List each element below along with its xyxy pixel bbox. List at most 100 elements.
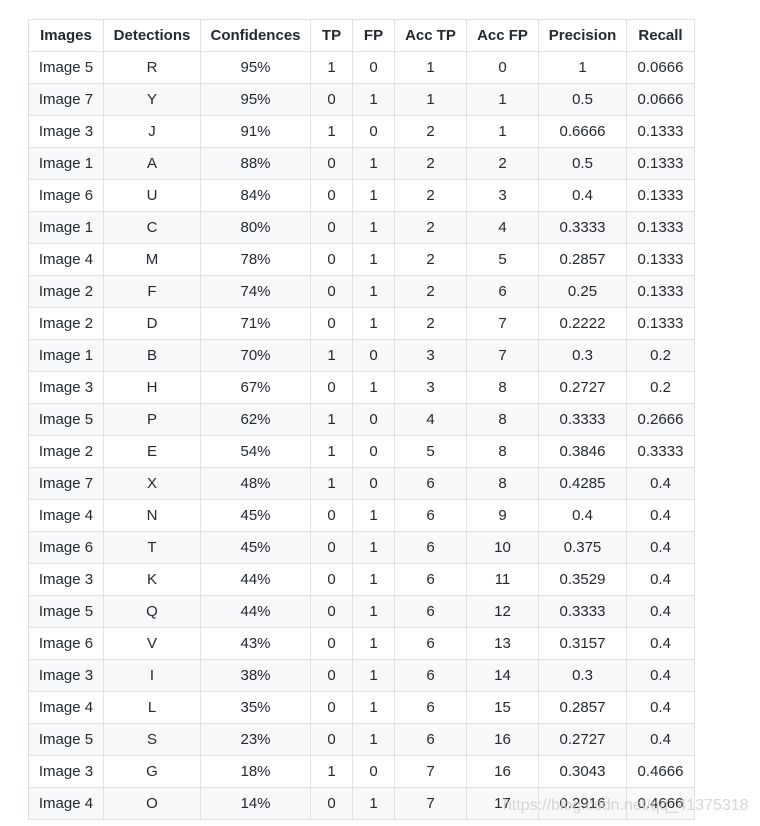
table-row: Image 6 T 45% 0 1 6 10 0.375 0.4 <box>28 531 695 564</box>
table-cell: 0.3157 <box>538 627 627 660</box>
table-cell: Image 1 <box>28 211 104 244</box>
table-cell: 35% <box>200 691 311 724</box>
column-header: TP <box>310 19 353 52</box>
table-cell: 6 <box>394 467 467 500</box>
table-cell: J <box>103 115 201 148</box>
table-cell: 0.2727 <box>538 723 627 756</box>
table-cell: 8 <box>466 403 539 436</box>
table-cell: 0 <box>310 179 353 212</box>
table-cell: 0.1333 <box>626 243 695 276</box>
table-cell: 44% <box>200 595 311 628</box>
table-cell: Image 5 <box>28 403 104 436</box>
table-cell: Image 3 <box>28 371 104 404</box>
table-cell: Image 5 <box>28 595 104 628</box>
table-cell: F <box>103 275 201 308</box>
table-cell: 5 <box>394 435 467 468</box>
table-cell: 0.3333 <box>538 595 627 628</box>
table-cell: O <box>103 787 201 820</box>
table-row: Image 4 N 45% 0 1 6 9 0.4 0.4 <box>28 499 695 532</box>
table-cell: 6 <box>394 499 467 532</box>
table-cell: 1 <box>310 115 353 148</box>
column-header: Precision <box>538 19 627 52</box>
table-cell: 70% <box>200 339 311 372</box>
table-row: Image 6 V 43% 0 1 6 13 0.3157 0.4 <box>28 627 695 660</box>
table-cell: L <box>103 691 201 724</box>
table-cell: Image 7 <box>28 83 104 116</box>
header-row: Images Detections Confidences TP FP Acc TP Acc… <box>28 19 695 52</box>
table-cell: 1 <box>310 755 353 788</box>
table-cell: 88% <box>200 147 311 180</box>
table-cell: 1 <box>310 403 353 436</box>
table-cell: 0.3846 <box>538 435 627 468</box>
table-cell: A <box>103 147 201 180</box>
table-cell: 54% <box>200 435 311 468</box>
table-cell: 62% <box>200 403 311 436</box>
table-cell: 1 <box>352 499 395 532</box>
table-cell: 1 <box>352 563 395 596</box>
table-row: Image 5 Q 44% 0 1 6 12 0.3333 0.4 <box>28 595 695 628</box>
table-cell: 4 <box>466 211 539 244</box>
table-row: Image 3 G 18% 1 0 7 16 0.3043 0.4666 <box>28 755 695 788</box>
table-cell: 7 <box>466 339 539 372</box>
table-cell: 0 <box>352 51 395 84</box>
table-cell: 8 <box>466 371 539 404</box>
table-cell: 12 <box>466 595 539 628</box>
table-cell: 0.2916 <box>538 787 627 820</box>
table-cell: 0.4666 <box>626 755 695 788</box>
table-cell: 0.2666 <box>626 403 695 436</box>
table-cell: 84% <box>200 179 311 212</box>
table-cell: 0.25 <box>538 275 627 308</box>
table-cell: 0.4 <box>626 659 695 692</box>
table-cell: Image 4 <box>28 499 104 532</box>
table-cell: 0 <box>310 691 353 724</box>
table-cell: 6 <box>394 563 467 596</box>
table-cell: 0.375 <box>538 531 627 564</box>
table-cell: 17 <box>466 787 539 820</box>
column-header: Recall <box>626 19 695 52</box>
table-cell: Image 1 <box>28 339 104 372</box>
table-cell: X <box>103 467 201 500</box>
table-cell: Image 3 <box>28 563 104 596</box>
table-cell: 1 <box>310 467 353 500</box>
table-cell: 11 <box>466 563 539 596</box>
table-cell: 0 <box>310 563 353 596</box>
table-cell: 6 <box>394 531 467 564</box>
table-cell: 0.0666 <box>626 51 695 84</box>
table-cell: 5 <box>466 243 539 276</box>
table-row: Image 3 I 38% 0 1 6 14 0.3 0.4 <box>28 659 695 692</box>
table-row: Image 2 D 71% 0 1 2 7 0.2222 0.1333 <box>28 307 695 340</box>
table-cell: 0.2857 <box>538 691 627 724</box>
table-cell: Image 2 <box>28 307 104 340</box>
table-row: Image 4 O 14% 0 1 7 17 0.2916 0.4666 <box>28 787 695 820</box>
table-cell: 0.1333 <box>626 307 695 340</box>
table-cell: 0 <box>352 755 395 788</box>
table-cell: 1 <box>352 787 395 820</box>
detections-table: Images Detections Confidences TP FP Acc TP Acc… <box>28 19 695 820</box>
table-cell: Y <box>103 83 201 116</box>
table-cell: 18% <box>200 755 311 788</box>
table-cell: 0.1333 <box>626 275 695 308</box>
table-cell: 0 <box>310 243 353 276</box>
table-cell: 0.4 <box>626 627 695 660</box>
table-cell: 16 <box>466 723 539 756</box>
table-cell: 43% <box>200 627 311 660</box>
table-cell: Image 2 <box>28 275 104 308</box>
table-cell: 6 <box>394 627 467 660</box>
table-cell: 14 <box>466 659 539 692</box>
table-cell: 0.4 <box>626 563 695 596</box>
table-row: Image 5 S 23% 0 1 6 16 0.2727 0.4 <box>28 723 695 756</box>
table-cell: 0 <box>310 595 353 628</box>
table-cell: 95% <box>200 51 311 84</box>
table-cell: Image 6 <box>28 531 104 564</box>
table-cell: 3 <box>466 179 539 212</box>
table-cell: 0.6666 <box>538 115 627 148</box>
table-row: Image 1 C 80% 0 1 2 4 0.3333 0.1333 <box>28 211 695 244</box>
table-row: Image 7 X 48% 1 0 6 8 0.4285 0.4 <box>28 467 695 500</box>
table-cell: 1 <box>310 51 353 84</box>
table-cell: 1 <box>352 147 395 180</box>
table-cell: 6 <box>394 659 467 692</box>
table-cell: B <box>103 339 201 372</box>
table-cell: 0 <box>310 531 353 564</box>
table-cell: Image 5 <box>28 51 104 84</box>
table-cell: G <box>103 755 201 788</box>
